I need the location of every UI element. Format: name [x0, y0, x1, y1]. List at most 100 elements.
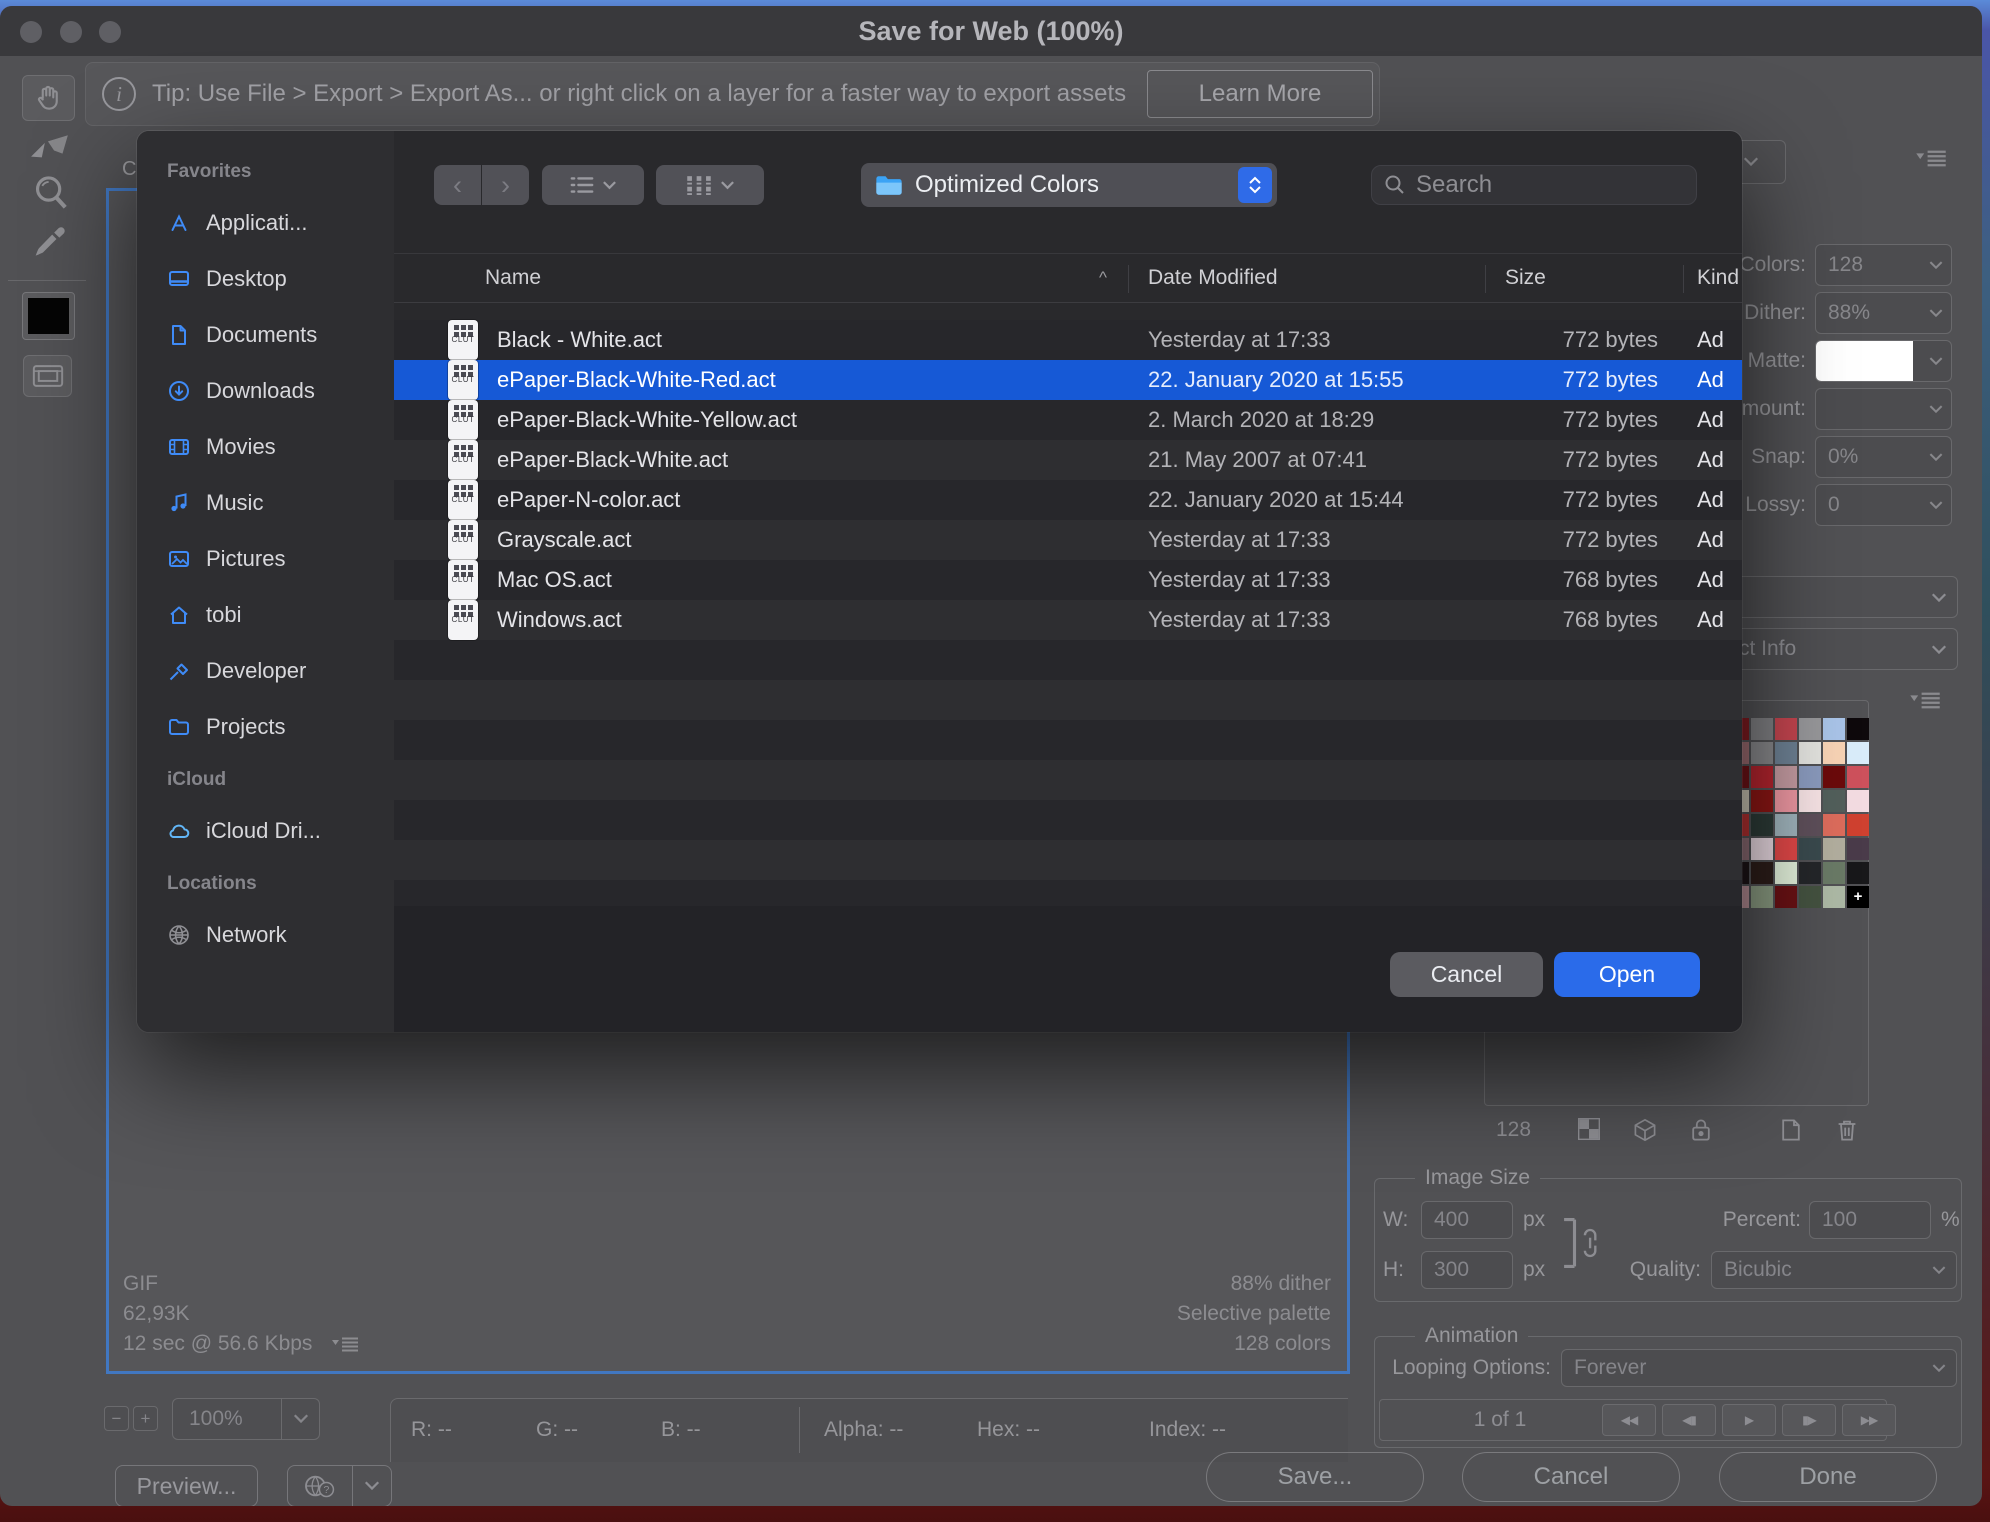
- color-swatch[interactable]: [1751, 766, 1773, 788]
- eyedropper-tool-button[interactable]: [30, 221, 70, 261]
- color-swatch[interactable]: [1847, 766, 1869, 788]
- sidebar-item-applications[interactable]: Applicati...: [167, 195, 394, 251]
- color-swatch[interactable]: [1823, 886, 1845, 908]
- next-frame-button[interactable]: ▮▶: [1782, 1404, 1836, 1436]
- sidebar-item-desktop[interactable]: Desktop: [167, 251, 394, 307]
- cube-icon[interactable]: [1633, 1118, 1657, 1142]
- color-swatch[interactable]: [1799, 886, 1821, 908]
- color-swatch[interactable]: [1775, 862, 1797, 884]
- file-row[interactable]: CLUT Black - White.actYesterday at 17:33…: [394, 320, 1742, 360]
- lock-icon[interactable]: [1690, 1118, 1712, 1142]
- color-swatch[interactable]: [1847, 742, 1869, 764]
- sidebar-item-movies[interactable]: Movies: [167, 419, 394, 475]
- column-header-name[interactable]: Name: [485, 254, 541, 302]
- search-input[interactable]: [1416, 171, 1726, 199]
- color-swatch[interactable]: [1799, 766, 1821, 788]
- settings-panel-menu-icon[interactable]: [1916, 150, 1946, 167]
- color-swatch[interactable]: [1775, 790, 1797, 812]
- file-row[interactable]: CLUT ePaper-Black-White.act21. May 2007 …: [394, 440, 1742, 480]
- preview-color-dropdown[interactable]: [1705, 576, 1958, 618]
- matte-color-well[interactable]: [22, 292, 75, 340]
- color-swatch[interactable]: [1775, 838, 1797, 860]
- color-swatch[interactable]: [1775, 886, 1797, 908]
- lossy-dropdown[interactable]: 0: [1815, 484, 1952, 526]
- sidebar-item-projects[interactable]: Projects: [167, 699, 394, 755]
- current-folder-dropdown[interactable]: Optimized Colors: [861, 163, 1277, 207]
- sidebar-item-music[interactable]: Music: [167, 475, 394, 531]
- new-swatch-icon[interactable]: [1780, 1118, 1802, 1142]
- color-swatch[interactable]: [1823, 790, 1845, 812]
- group-view-button[interactable]: [656, 165, 764, 205]
- color-swatch[interactable]: [1823, 862, 1845, 884]
- zoom-level-dropdown[interactable]: 100%: [172, 1398, 320, 1440]
- color-swatch[interactable]: [1751, 814, 1773, 836]
- color-swatch[interactable]: [1847, 718, 1869, 740]
- color-swatch[interactable]: [1799, 718, 1821, 740]
- file-row-selected[interactable]: CLUT ePaper-Black-White-Red.act22. Janua…: [394, 360, 1742, 400]
- file-row[interactable]: CLUT ePaper-N-color.act22. January 2020 …: [394, 480, 1742, 520]
- dialog-cancel-button[interactable]: Cancel: [1390, 952, 1543, 997]
- done-button[interactable]: Done: [1719, 1452, 1937, 1502]
- color-swatch[interactable]: [1799, 838, 1821, 860]
- column-header-date[interactable]: Date Modified: [1148, 254, 1278, 302]
- column-divider[interactable]: [1683, 265, 1684, 293]
- browser-select-button[interactable]: ?: [287, 1465, 353, 1506]
- first-frame-button[interactable]: ◀◀: [1602, 1404, 1656, 1436]
- sidebar-item-developer[interactable]: Developer: [167, 643, 394, 699]
- color-swatch[interactable]: [1799, 862, 1821, 884]
- search-field[interactable]: [1371, 165, 1697, 205]
- color-swatch[interactable]: [1799, 742, 1821, 764]
- width-field[interactable]: 400: [1421, 1201, 1513, 1239]
- color-swatch[interactable]: [1823, 838, 1845, 860]
- last-frame-button[interactable]: ▶▶: [1842, 1404, 1896, 1436]
- back-button[interactable]: ‹: [434, 165, 481, 205]
- amount-dropdown[interactable]: [1815, 388, 1952, 430]
- previous-frame-button[interactable]: ◀▮: [1662, 1404, 1716, 1436]
- sidebar-item-network[interactable]: Network: [167, 907, 394, 963]
- color-swatch[interactable]: [1751, 862, 1773, 884]
- color-swatch[interactable]: [1823, 742, 1845, 764]
- learn-more-button[interactable]: Learn More: [1147, 70, 1373, 118]
- web-snap-dropdown[interactable]: 0%: [1815, 436, 1952, 478]
- color-swatch[interactable]: [1751, 838, 1773, 860]
- looping-options-dropdown[interactable]: Forever: [1561, 1349, 1957, 1387]
- color-swatch[interactable]: [1775, 742, 1797, 764]
- browser-dropdown-button[interactable]: [352, 1465, 392, 1506]
- toggle-slices-button[interactable]: [23, 355, 72, 397]
- zoom-in-button[interactable]: +: [133, 1406, 158, 1431]
- zoom-out-button[interactable]: −: [104, 1406, 129, 1431]
- color-table-menu-icon[interactable]: [1910, 692, 1940, 709]
- column-header-kind[interactable]: Kind: [1697, 254, 1739, 302]
- forward-button[interactable]: ›: [482, 165, 529, 205]
- sidebar-item-pictures[interactable]: Pictures: [167, 531, 394, 587]
- preview-in-browser-button[interactable]: Preview...: [115, 1465, 258, 1506]
- dither-dropdown[interactable]: 88%: [1815, 292, 1952, 334]
- dither-algorithm-icon[interactable]: [1578, 1118, 1600, 1140]
- color-swatch[interactable]: [1751, 790, 1773, 812]
- zoom-tool-button[interactable]: [32, 173, 70, 213]
- colors-dropdown[interactable]: 128: [1815, 244, 1952, 286]
- sidebar-item-icloud-drive[interactable]: iCloud Dri...: [167, 803, 394, 859]
- color-swatch[interactable]: [1823, 766, 1845, 788]
- list-view-button[interactable]: [542, 165, 644, 205]
- matte-dropdown[interactable]: [1815, 340, 1952, 382]
- play-button[interactable]: ▶: [1722, 1404, 1776, 1436]
- color-swatch[interactable]: [1751, 718, 1773, 740]
- height-field[interactable]: 300: [1421, 1251, 1513, 1289]
- color-swatch[interactable]: [1847, 862, 1869, 884]
- panel-menu-icon[interactable]: [332, 1337, 358, 1352]
- color-swatch[interactable]: [1751, 742, 1773, 764]
- sidebar-item-downloads[interactable]: Downloads: [167, 363, 394, 419]
- column-divider[interactable]: [1485, 265, 1486, 293]
- file-row[interactable]: CLUT Mac OS.actYesterday at 17:33768 byt…: [394, 560, 1742, 600]
- column-header-size[interactable]: Size: [1505, 254, 1546, 302]
- color-swatch[interactable]: [1847, 814, 1869, 836]
- color-swatch[interactable]: [1823, 814, 1845, 836]
- dialog-open-button[interactable]: Open: [1554, 952, 1700, 997]
- color-swatch[interactable]: [1751, 886, 1773, 908]
- color-swatch[interactable]: [1799, 790, 1821, 812]
- color-swatch[interactable]: [1775, 718, 1797, 740]
- file-row[interactable]: CLUT ePaper-Black-White-Yellow.act2. Mar…: [394, 400, 1742, 440]
- file-row[interactable]: CLUT Windows.actYesterday at 17:33768 by…: [394, 600, 1742, 640]
- color-swatch[interactable]: [1847, 790, 1869, 812]
